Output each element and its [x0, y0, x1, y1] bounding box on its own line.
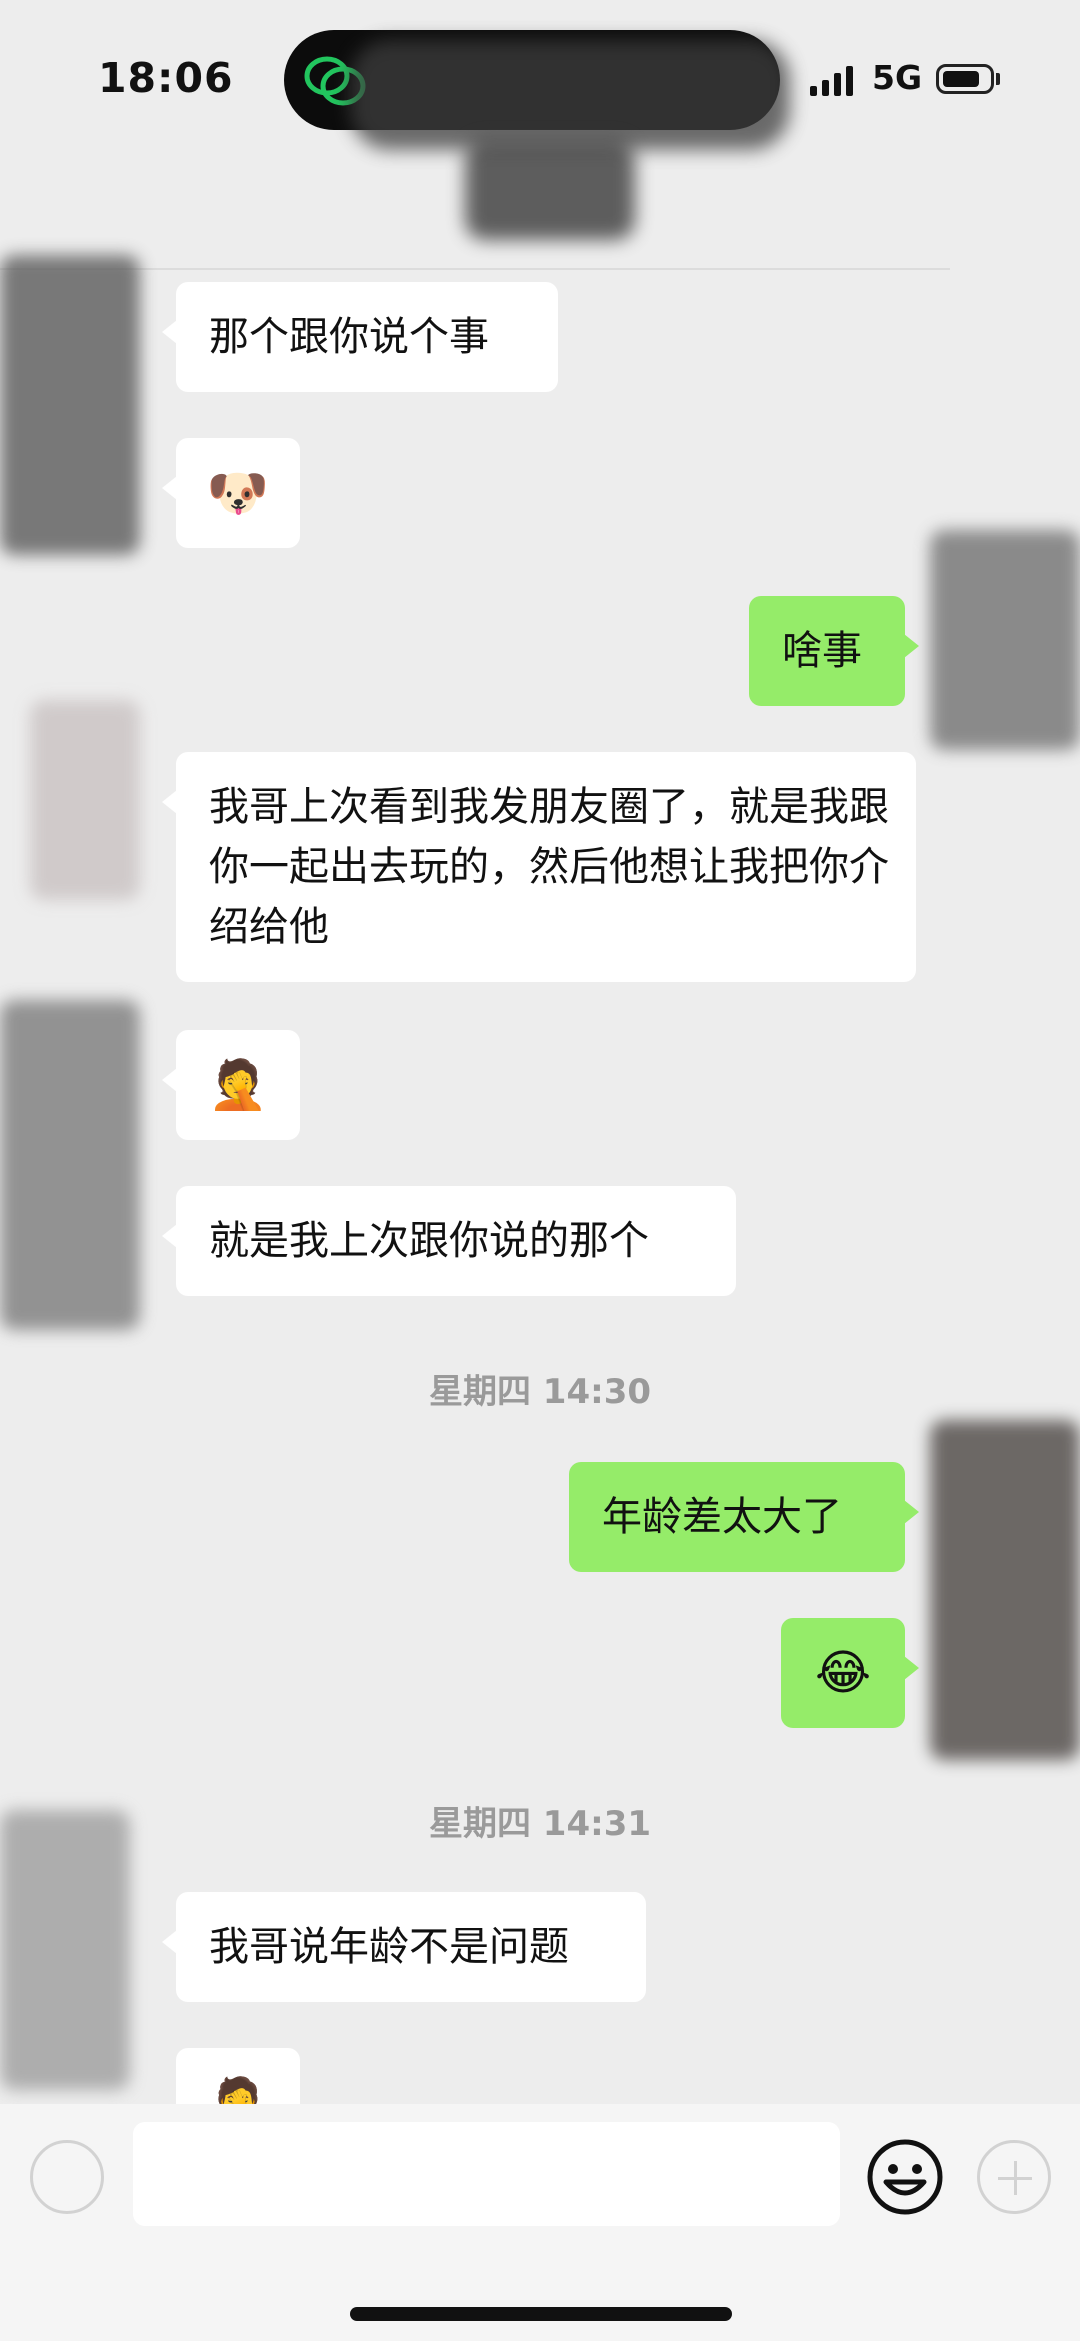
plus-icon[interactable] — [977, 2140, 1051, 2214]
outgoing-message[interactable]: 年龄差太大了 — [569, 1462, 919, 1572]
incoming-message[interactable]: 就是我上次跟你说的那个 — [162, 1186, 736, 1296]
network-type: 5G — [872, 58, 923, 97]
incoming-emoji-message[interactable]: 🐶 — [162, 438, 300, 548]
message-input[interactable] — [133, 2122, 840, 2226]
signal-icon — [810, 66, 853, 96]
facepalm-crying-emoji-icon: 🤦 — [208, 2075, 268, 2104]
battery-nub — [996, 73, 1000, 85]
message-text: 那个跟你说个事 — [209, 314, 489, 360]
my-avatar[interactable] — [930, 1420, 1080, 1760]
header-title-blur — [350, 40, 790, 150]
outgoing-emoji-message[interactable]: 😂 — [781, 1618, 919, 1728]
status-time: 18:06 — [98, 54, 234, 102]
message-text: 我哥说年龄不是问题 — [209, 1924, 569, 1970]
outgoing-message[interactable]: 啥事 — [749, 596, 919, 706]
tears-of-joy-emoji-icon: 😂 — [814, 1645, 872, 1701]
incoming-emoji-message[interactable]: 🤦 — [162, 1030, 300, 1140]
voice-icon[interactable] — [30, 2140, 104, 2214]
header-subtitle-blur — [465, 140, 635, 240]
incoming-message[interactable]: 我哥上次看到我发朋友圈了，就是我跟你一起出去玩的，然后他想让我把你介绍给他 — [162, 752, 916, 982]
emoji-icon[interactable] — [866, 2138, 944, 2216]
header-divider — [0, 268, 950, 270]
message-text: 啥事 — [782, 628, 862, 674]
message-text: 就是我上次跟你说的那个 — [209, 1218, 649, 1264]
contact-avatar[interactable] — [30, 700, 140, 900]
home-indicator — [350, 2307, 732, 2321]
contact-avatar[interactable] — [0, 255, 140, 555]
incoming-message[interactable]: 我哥说年龄不是问题 — [162, 1892, 646, 2002]
contact-avatar[interactable] — [0, 1000, 140, 1330]
incoming-message[interactable]: 那个跟你说个事 — [162, 282, 558, 392]
message-timestamp: 星期四 14:30 — [428, 1372, 652, 1412]
my-avatar[interactable] — [930, 530, 1080, 750]
doge-emoji-icon: 🐶 — [206, 464, 270, 522]
incoming-emoji-message[interactable]: 🤦 — [176, 2048, 300, 2104]
message-text: 年龄差太大了 — [602, 1494, 842, 1540]
message-timestamp: 星期四 14:31 — [428, 1804, 652, 1844]
message-text: 我哥上次看到我发朋友圈了，就是我跟你一起出去玩的，然后他想让我把你介绍给他 — [209, 784, 889, 950]
battery-icon — [936, 64, 994, 94]
facepalm-crying-emoji-icon: 🤦 — [208, 1057, 268, 1113]
contact-avatar[interactable] — [0, 1810, 130, 2090]
